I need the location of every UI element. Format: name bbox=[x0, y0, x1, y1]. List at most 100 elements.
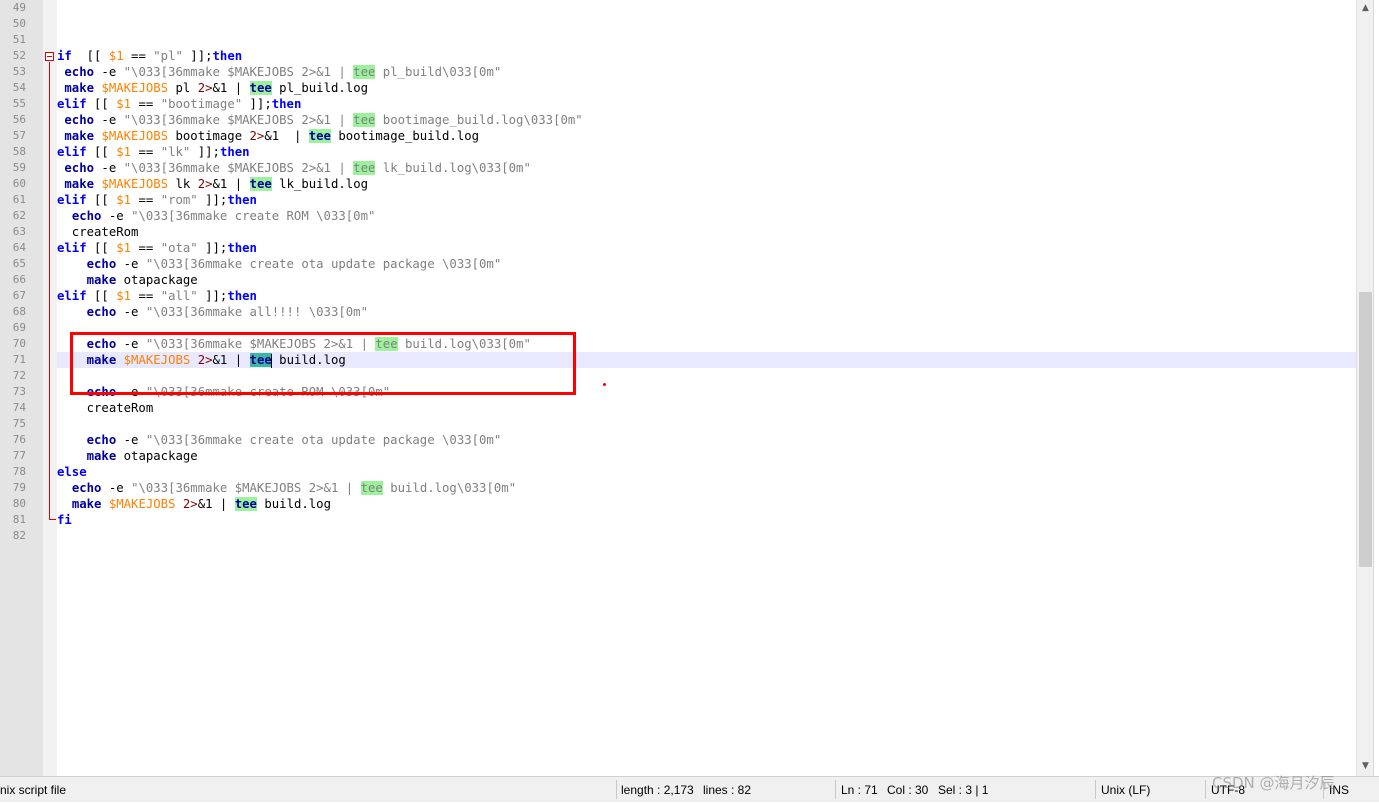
scrollbar-thumb[interactable] bbox=[1359, 292, 1372, 567]
code-line[interactable]: elif [[ $1 == "rom" ]];then bbox=[57, 192, 1356, 208]
line-number: 50 bbox=[12, 17, 26, 30]
status-eol[interactable]: Unix (LF) bbox=[1101, 777, 1150, 802]
code-line[interactable] bbox=[57, 528, 1356, 544]
code-token: 2> bbox=[197, 177, 213, 191]
code-token: else bbox=[57, 465, 87, 479]
line-number: 66 bbox=[12, 273, 26, 286]
code-token: bootimage_build.log bbox=[330, 129, 480, 143]
line-number: 60 bbox=[12, 177, 26, 190]
line-number: 73 bbox=[12, 385, 26, 398]
code-token: -e bbox=[94, 113, 124, 127]
code-token: == bbox=[131, 97, 161, 111]
code-token: [[ bbox=[86, 241, 117, 255]
code-token: "\033[36mmake $MAKEJOBS 2>&1 | bbox=[131, 481, 361, 495]
code-line[interactable]: fi bbox=[57, 512, 1356, 528]
code-token: == bbox=[123, 49, 154, 63]
status-separator bbox=[1205, 780, 1206, 799]
annotation-highlight-box bbox=[70, 332, 576, 395]
line-number: 82 bbox=[12, 529, 26, 542]
code-token: $1 bbox=[116, 193, 132, 207]
code-line[interactable]: elif [[ $1 == "lk" ]];then bbox=[57, 144, 1356, 160]
line-number: 68 bbox=[12, 305, 26, 318]
code-token: make bbox=[64, 129, 95, 143]
code-line[interactable]: echo -e "\033[36mmake $MAKEJOBS 2>&1 | t… bbox=[57, 64, 1356, 80]
code-token: == bbox=[131, 289, 161, 303]
fold-collapse-icon[interactable] bbox=[45, 52, 54, 61]
annotation-dot bbox=[603, 383, 606, 386]
code-line[interactable]: createRom bbox=[57, 224, 1356, 240]
code-line[interactable]: if [[ $1 == "pl" ]];then bbox=[57, 48, 1356, 64]
code-token: otapackage bbox=[116, 449, 198, 463]
line-number: 77 bbox=[12, 449, 26, 462]
code-token: then bbox=[227, 289, 257, 303]
code-line[interactable]: elif [[ $1 == "all" ]];then bbox=[57, 288, 1356, 304]
code-token: $1 bbox=[116, 241, 132, 255]
vertical-scrollbar[interactable]: ▲ ▼ bbox=[1356, 0, 1374, 776]
code-line[interactable]: echo -e "\033[36mmake create ota update … bbox=[57, 256, 1356, 272]
code-token: == bbox=[131, 241, 161, 255]
code-line[interactable]: echo -e "\033[36mmake create ota update … bbox=[57, 432, 1356, 448]
line-number: 52 bbox=[12, 49, 26, 62]
code-line[interactable]: make $MAKEJOBS 2>&1 | tee build.log bbox=[57, 496, 1356, 512]
code-token: echo bbox=[64, 65, 95, 79]
code-line[interactable]: echo -e "\033[36mmake all!!!! \033[0m" bbox=[57, 304, 1356, 320]
code-line[interactable]: echo -e "\033[36mmake $MAKEJOBS 2>&1 | t… bbox=[57, 112, 1356, 128]
line-number: 71 bbox=[12, 353, 26, 366]
code-token: elif bbox=[57, 193, 87, 207]
code-token: make bbox=[86, 449, 117, 463]
code-token: "\033[36mmake $MAKEJOBS 2>&1 | bbox=[123, 65, 354, 79]
code-line[interactable]: else bbox=[57, 464, 1356, 480]
code-token: make bbox=[86, 273, 117, 287]
code-token: [[ bbox=[86, 289, 117, 303]
code-token: [[ bbox=[86, 97, 117, 111]
code-line[interactable]: createRom bbox=[57, 400, 1356, 416]
code-token: == bbox=[131, 193, 161, 207]
code-token: pl_build.log bbox=[271, 81, 369, 95]
code-token: "pl" bbox=[153, 49, 183, 63]
code-token: echo bbox=[86, 257, 117, 271]
code-token: ]]; bbox=[182, 49, 213, 63]
code-token: otapackage bbox=[116, 273, 198, 287]
code-token: elif bbox=[57, 97, 87, 111]
code-token: elif bbox=[57, 241, 87, 255]
code-line[interactable]: make otapackage bbox=[57, 448, 1356, 464]
tee-token: tee bbox=[308, 129, 331, 143]
line-number: 61 bbox=[12, 193, 26, 206]
line-number: 56 bbox=[12, 113, 26, 126]
scroll-up-icon[interactable]: ▲ bbox=[1357, 0, 1374, 17]
code-line[interactable]: echo -e "\033[36mmake $MAKEJOBS 2>&1 | t… bbox=[57, 160, 1356, 176]
line-number: 67 bbox=[12, 289, 26, 302]
line-number: 57 bbox=[12, 129, 26, 142]
fold-range-line bbox=[49, 62, 50, 520]
code-token: echo bbox=[86, 305, 117, 319]
code-line[interactable] bbox=[57, 16, 1356, 32]
code-token: "\033[36mmake create ota update package … bbox=[145, 433, 502, 447]
status-separator bbox=[835, 780, 836, 799]
code-line[interactable]: make $MAKEJOBS lk 2>&1 | tee lk_build.lo… bbox=[57, 176, 1356, 192]
status-ln: Ln : 71 bbox=[841, 783, 878, 797]
code-token: ]]; bbox=[197, 193, 228, 207]
code-line[interactable]: make $MAKEJOBS pl 2>&1 | tee pl_build.lo… bbox=[57, 80, 1356, 96]
code-line[interactable]: make $MAKEJOBS bootimage 2>&1 | tee boot… bbox=[57, 128, 1356, 144]
code-token: make bbox=[64, 81, 95, 95]
line-number: 79 bbox=[12, 481, 26, 494]
code-line[interactable] bbox=[57, 416, 1356, 432]
scroll-down-icon[interactable]: ▼ bbox=[1357, 758, 1374, 775]
code-line[interactable]: elif [[ $1 == "bootimage" ]];then bbox=[57, 96, 1356, 112]
code-line[interactable]: echo -e "\033[36mmake $MAKEJOBS 2>&1 | t… bbox=[57, 480, 1356, 496]
code-token: "\033[36mmake $MAKEJOBS 2>&1 | bbox=[123, 161, 354, 175]
code-line[interactable]: echo -e "\033[36mmake create ROM \033[0m… bbox=[57, 208, 1356, 224]
line-number: 53 bbox=[12, 65, 26, 78]
code-line[interactable]: elif [[ $1 == "ota" ]];then bbox=[57, 240, 1356, 256]
code-line[interactable] bbox=[57, 32, 1356, 48]
code-token: "rom" bbox=[160, 193, 198, 207]
code-line[interactable] bbox=[57, 0, 1356, 16]
code-token: [[ bbox=[86, 145, 117, 159]
tee-token: tee bbox=[353, 65, 376, 79]
code-line[interactable]: make otapackage bbox=[57, 272, 1356, 288]
line-number: 74 bbox=[12, 401, 26, 414]
